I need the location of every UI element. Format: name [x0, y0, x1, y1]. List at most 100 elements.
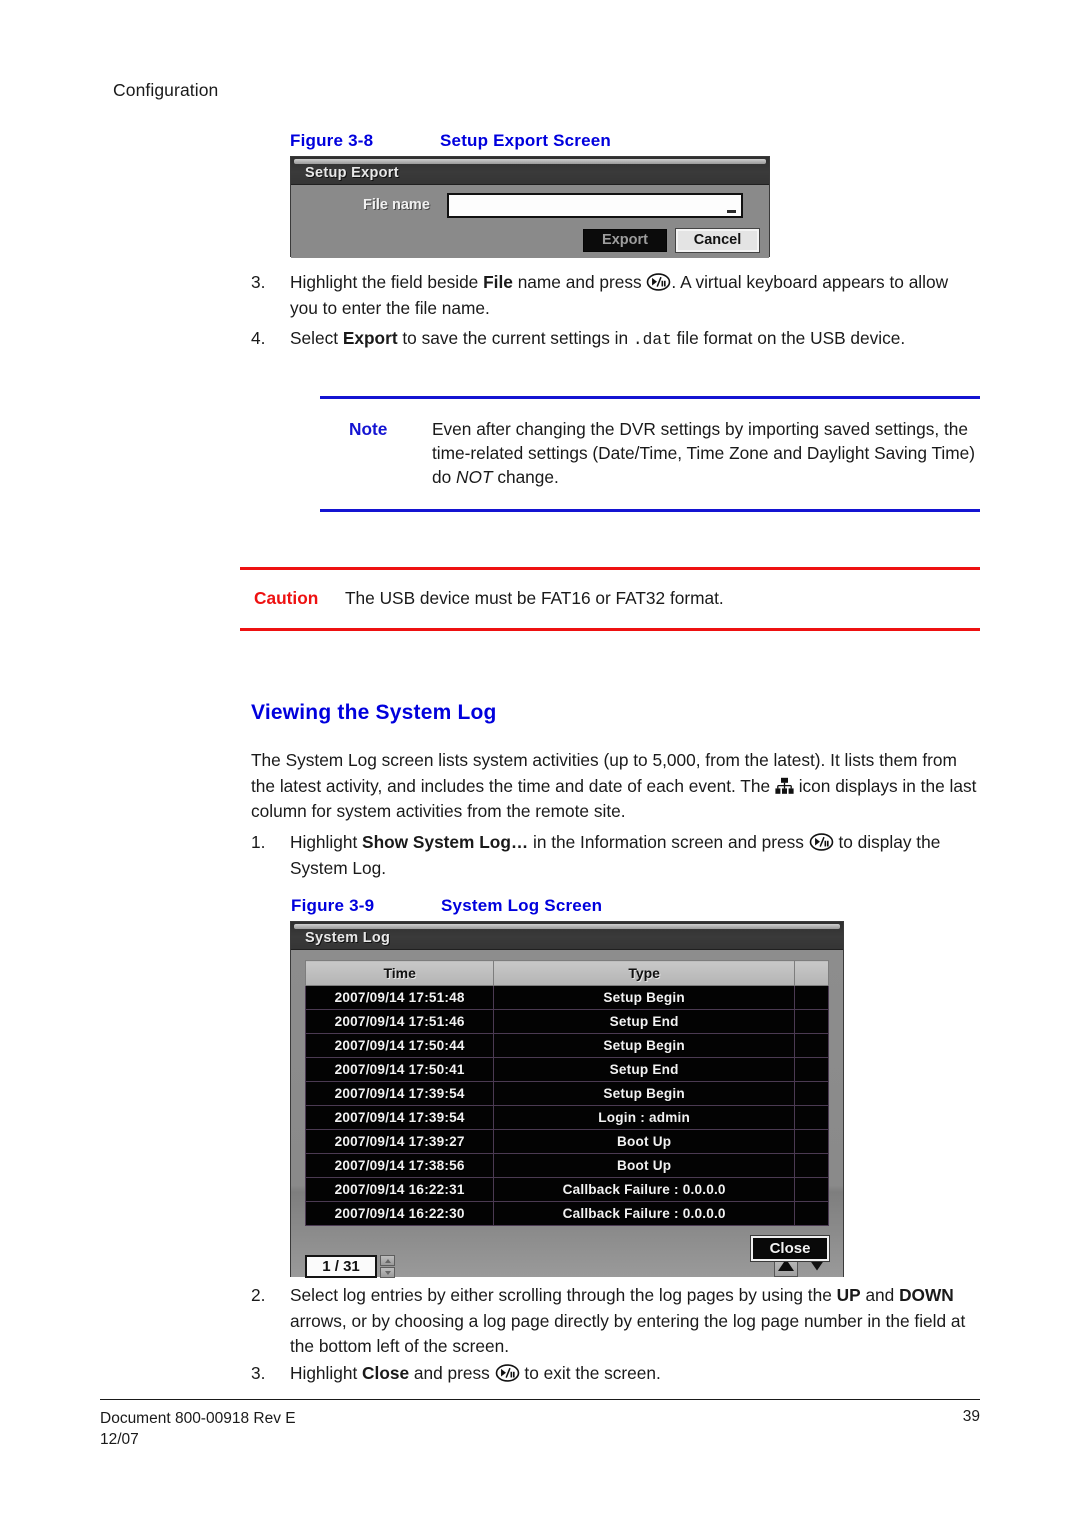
step-text: Select Export to save the current settin…	[290, 328, 906, 349]
step-number: 3.	[251, 1363, 266, 1383]
figure-3-8-caption: Figure 3-8 Setup Export Screen	[290, 131, 611, 151]
setup-export-titlebar: Setup Export	[291, 157, 769, 185]
caution-label: Caution	[254, 588, 319, 608]
running-head: Configuration	[113, 80, 219, 100]
log-type-cell: Setup Begin	[493, 1033, 795, 1058]
step-text: Highlight the field beside File name and…	[290, 272, 949, 318]
file-name-label: File name	[363, 197, 430, 213]
page-number-input[interactable]: 1 / 31	[305, 1255, 377, 1278]
step-item: 1. Highlight Show System Log… in the Inf…	[251, 830, 977, 881]
column-header-type[interactable]: Type	[493, 960, 795, 986]
play-pause-key-icon	[809, 833, 834, 851]
log-type-cell: Callback Failure : 0.0.0.0	[493, 1177, 795, 1202]
caution-bottom-rule	[240, 628, 980, 631]
step-number: 3.	[251, 272, 266, 292]
figure-3-9-title: System Log Screen	[441, 896, 603, 915]
log-type-cell: Setup Begin	[493, 985, 795, 1010]
step-item: 3. Highlight the field beside File name …	[251, 270, 975, 321]
network-site-icon	[775, 777, 794, 795]
note-label: Note	[349, 419, 388, 439]
log-time-cell: 2007/09/14 17:38:56	[304, 1153, 495, 1178]
table-row[interactable]: 2007/09/14 17:39:54 Login : admin	[304, 1105, 830, 1130]
log-flag-cell	[793, 1153, 830, 1178]
step-number: 1.	[251, 832, 266, 852]
log-type-cell: Boot Up	[493, 1129, 795, 1154]
log-type-cell: Boot Up	[493, 1153, 795, 1178]
manual-page: Configuration Figure 3-8 Setup Export Scr…	[0, 0, 1080, 1526]
file-name-input[interactable]	[447, 193, 743, 218]
log-type-cell: Setup End	[493, 1009, 795, 1034]
log-flag-cell	[793, 1081, 830, 1106]
log-time-cell: 2007/09/14 17:50:44	[304, 1033, 495, 1058]
column-header-flag[interactable]	[793, 960, 830, 986]
note-text: Even after changing the DVR settings by …	[432, 419, 975, 487]
log-flag-cell	[793, 985, 830, 1010]
stepper-down-icon[interactable]	[380, 1267, 395, 1278]
play-pause-key-icon	[646, 273, 671, 291]
log-type-cell: Login : admin	[493, 1105, 795, 1130]
log-time-cell: 2007/09/14 17:39:54	[304, 1081, 495, 1106]
footer-page-number: 39	[962, 1408, 980, 1425]
figure-3-8-number: Figure 3-8	[290, 131, 374, 150]
titlebar-grip	[294, 159, 766, 164]
setup-export-body: File name Export Cancel	[291, 185, 769, 258]
log-time-cell: 2007/09/14 17:39:27	[304, 1129, 495, 1154]
step-number: 2.	[251, 1285, 266, 1305]
table-row[interactable]: 2007/09/14 17:51:48 Setup Begin	[304, 985, 830, 1010]
table-header-row: Time Type	[304, 960, 830, 986]
arrow-up-icon	[778, 1259, 794, 1272]
log-time-cell: 2007/09/14 17:50:41	[304, 1057, 495, 1082]
log-flag-cell	[793, 1201, 830, 1226]
table-row[interactable]: 2007/09/14 16:22:30 Callback Failure : 0.…	[304, 1201, 830, 1226]
system-log-body: Time Type 2007/09/14 17:51:48 Setup Begin…	[291, 950, 843, 1278]
table-row[interactable]: 2007/09/14 17:50:44 Setup Begin	[304, 1033, 830, 1058]
system-log-dialog: System Log Time Type 2007/09/14 17:51:48…	[290, 921, 844, 1278]
table-row[interactable]: 2007/09/14 17:39:27 Boot Up	[304, 1129, 830, 1154]
table-row[interactable]: 2007/09/14 17:50:41 Setup End	[304, 1057, 830, 1082]
table-row[interactable]: 2007/09/14 17:38:56 Boot Up	[304, 1153, 830, 1178]
system-log-titlebar: System Log	[291, 922, 843, 950]
play-pause-key-icon	[495, 1364, 520, 1382]
cancel-button[interactable]: Cancel	[676, 229, 759, 252]
footer-divider	[100, 1399, 980, 1400]
step-text: Highlight Close and press to exit the sc…	[290, 1363, 661, 1383]
footer-date: 12/07	[100, 1431, 139, 1448]
setup-export-dialog: Setup Export File name Export Cancel	[290, 156, 770, 258]
step-text: Highlight Show System Log… in the Inform…	[290, 832, 941, 878]
footer-document-info: Document 800-00918 Rev E 12/07	[100, 1408, 296, 1450]
figure-3-9-caption: Figure 3-9 System Log Screen	[291, 896, 602, 916]
step-number: 4.	[251, 328, 266, 348]
close-button[interactable]: Close	[751, 1236, 829, 1261]
log-time-cell: 2007/09/14 16:22:30	[304, 1201, 495, 1226]
export-button[interactable]: Export	[583, 229, 667, 252]
caution-admonition: Caution The USB device must be FAT16 or …	[240, 567, 980, 631]
step-item: 3. Highlight Close and press to exit the…	[251, 1361, 977, 1387]
table-row[interactable]: 2007/09/14 17:51:46 Setup End	[304, 1009, 830, 1034]
log-flag-cell	[793, 1129, 830, 1154]
table-row[interactable]: 2007/09/14 17:39:54 Setup Begin	[304, 1081, 830, 1106]
step-item: 2. Select log entries by either scrollin…	[251, 1283, 977, 1360]
log-type-cell: Callback Failure : 0.0.0.0	[493, 1201, 795, 1226]
setup-export-title: Setup Export	[305, 165, 399, 181]
note-admonition: Note Even after changing the DVR setting…	[320, 396, 980, 512]
system-log-table-body: 2007/09/14 17:51:48 Setup Begin 2007/09/14…	[304, 985, 830, 1226]
log-type-cell: Setup Begin	[493, 1081, 795, 1106]
log-flag-cell	[793, 1177, 830, 1202]
footer-document-number: Document 800-00918 Rev E	[100, 1410, 296, 1427]
figure-3-8-title: Setup Export Screen	[440, 131, 612, 150]
table-row[interactable]: 2007/09/14 16:22:31 Callback Failure : 0.…	[304, 1177, 830, 1202]
stepper-up-icon[interactable]	[380, 1255, 395, 1266]
log-flag-cell	[793, 1009, 830, 1034]
titlebar-grip	[294, 924, 840, 929]
caution-text: The USB device must be FAT16 or FAT32 fo…	[345, 588, 724, 608]
figure-3-9-number: Figure 3-9	[291, 896, 375, 915]
page-title: Viewing the System Log	[251, 701, 497, 724]
system-log-title: System Log	[305, 930, 391, 946]
log-flag-cell	[793, 1057, 830, 1082]
log-flag-cell	[793, 1033, 830, 1058]
step-item: 4. Select Export to save the current set…	[251, 326, 975, 354]
log-time-cell: 2007/09/14 16:22:31	[304, 1177, 495, 1202]
page-stepper[interactable]	[380, 1255, 395, 1278]
column-header-time[interactable]: Time	[304, 960, 495, 986]
log-time-cell: 2007/09/14 17:39:54	[304, 1105, 495, 1130]
